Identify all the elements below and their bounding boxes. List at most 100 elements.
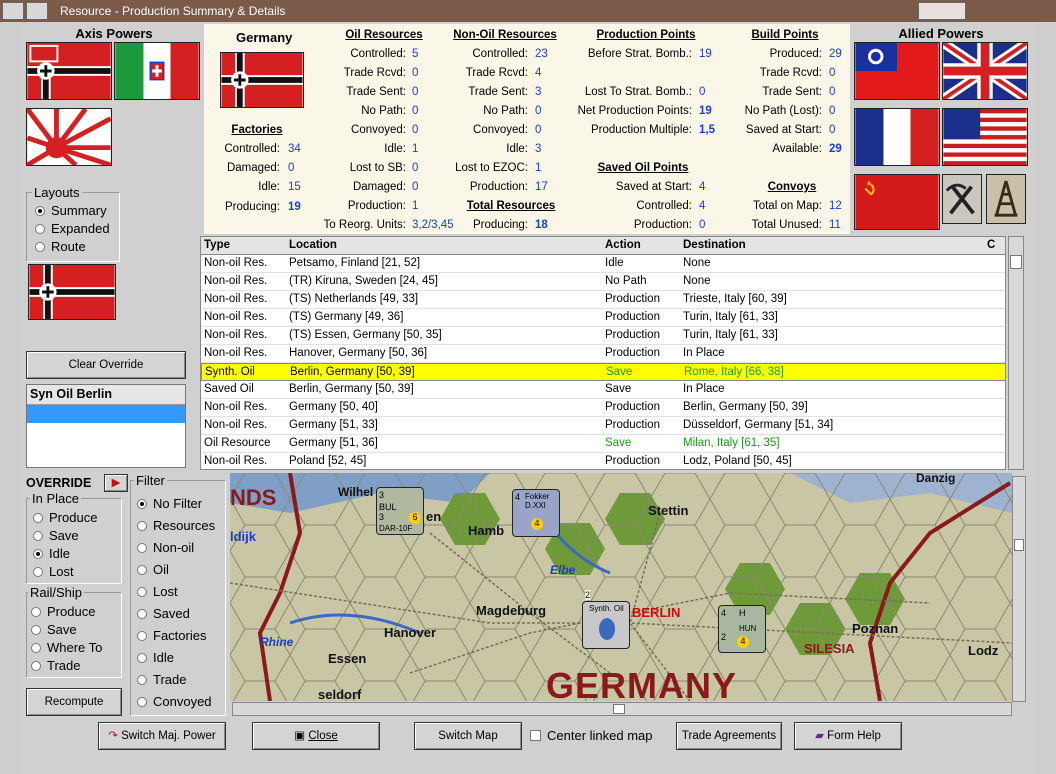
window-title-bar: Resource - Production Summary & Details [0,0,1056,22]
mining-tools-icon[interactable] [942,174,982,224]
flag-usa-icon[interactable] [942,108,1028,166]
oil-derrick-icon[interactable] [986,174,1026,224]
country-flag-icon [220,52,304,108]
synth-oil-berlin-counter[interactable]: 2 Synth. Oil [582,590,630,649]
total-resources-title: Total Resources [466,200,556,212]
form-help-button[interactable]: ▰ Form Help [794,722,902,750]
map-horizontal-scrollbar[interactable] [232,702,1012,716]
oil-resources-title: Oil Resources [345,29,423,41]
filter-idle-radio[interactable]: Idle [137,650,174,665]
layout-route-radio[interactable]: Route [35,239,86,254]
flag-ussr-icon[interactable] [854,174,940,230]
flag-uk-icon[interactable] [942,42,1028,100]
clear-override-button[interactable]: Clear Override [26,351,186,379]
filter-trade-radio[interactable]: Trade [137,672,186,687]
column-header-destination[interactable]: Destination [683,239,746,251]
stat-label: Idle: [506,143,528,155]
selected-unit-header: Syn Oil Berlin [27,385,185,405]
map-vscroll-thumb[interactable] [1014,539,1024,551]
filter-saved-radio[interactable]: Saved [137,606,190,621]
column-header-location[interactable]: Location [289,239,337,251]
in-place-save-radio[interactable]: Save [33,528,79,543]
map-hscroll-thumb[interactable] [613,704,625,714]
in-place-produce-radio[interactable]: Produce [33,510,97,525]
flag-china-icon[interactable] [854,42,940,100]
stat-label: Produced: [769,48,822,60]
unit-counter-bulgarian-air[interactable]: 3 3 BUL 6 DAR-10F [376,487,424,535]
center-linked-map-checkbox[interactable]: Center linked map [530,728,653,743]
total-producing-value: 18 [535,219,548,231]
table-row[interactable]: Non-oil Res. (TS) Germany [49, 36] Product… [201,309,1005,327]
rail-where-to-radio[interactable]: Where To [31,640,102,655]
close-button[interactable]: ▣ Close [252,722,380,750]
recompute-button[interactable]: Recompute [26,688,122,716]
column-header-c[interactable]: C [987,239,995,251]
list-item-selected[interactable] [27,405,185,423]
table-row[interactable]: Saved Oil Berlin, Germany [50, 39] Save In … [201,381,1005,399]
rail-save-radio[interactable]: Save [31,622,77,637]
filter-resources-radio[interactable]: Resources [137,518,215,533]
stat-value: 0 [412,124,419,136]
stat-value: 0 [829,67,836,79]
unit-counter-fokker-air[interactable]: 4 Fokker D.XXI 4 [512,489,560,537]
hex-map[interactable]: NDS Wilhel ldijk en Hamb Stettin Elbe Ma… [230,473,1012,701]
resource-table: Type Location Action Destination C Non-o… [200,236,1006,470]
stat-label: Damaged: [226,162,280,174]
unit-counter-hungarian-air[interactable]: 4 H 2 4 HUN [718,605,766,653]
map-label-berlin: BERLIN [632,605,681,620]
map-label-ldijk: ldijk [230,529,257,544]
stat-label: Total on Map: [752,200,822,212]
convoys-title: Convoys [767,181,817,193]
filter-convoyed-radio[interactable]: Convoyed [137,694,212,709]
window-menu-icon[interactable] [2,2,24,20]
override-arrow-button[interactable]: ▶ [104,474,128,492]
table-row[interactable]: Non-oil Res. Germany [51, 33] Production Dü… [201,417,1005,435]
filter-non-oil-radio[interactable]: Non-oil [137,540,194,555]
table-row[interactable]: Non-oil Res. (TS) Essen, Germany [50, 35]… [201,327,1005,345]
stat-value: 0 [829,124,836,136]
help-book-icon: ▰ [815,730,828,742]
flag-germany-icon[interactable] [26,42,112,100]
flag-france-icon[interactable] [854,108,940,166]
table-row[interactable]: Non-oil Res. Petsamo, Finland [21, 52] Idl… [201,255,1005,273]
map-label-silesia: SILESIA [804,641,855,656]
stat-label: Convoyed: [473,124,528,136]
trade-agreements-button[interactable]: Trade Agreements [676,722,782,750]
switch-major-power-button[interactable]: ↷ Switch Maj. Power [98,722,226,750]
window-title: Resource - Production Summary & Details [60,4,286,18]
column-header-type[interactable]: Type [204,239,230,251]
column-header-action[interactable]: Action [605,239,641,251]
switch-map-button[interactable]: Switch Map [414,722,522,750]
flag-italy-icon[interactable] [114,42,200,100]
filter-oil-radio[interactable]: Oil [137,562,169,577]
table-row-selected[interactable]: Synth. Oil Berlin, Germany [50, 39] Save Ro… [201,363,1005,381]
stat-label: To Reorg. Units: [323,219,406,231]
stat-value: 0 [535,124,542,136]
table-row[interactable]: Non-oil Res. Hanover, Germany [50, 36] Pro… [201,345,1005,363]
table-row[interactable]: Non-oil Res. (TS) Netherlands [49, 33] Pro… [201,291,1005,309]
table-row[interactable]: Oil Resource Germany [51, 36] Save Milan, I… [201,435,1005,453]
window-minimize-icon[interactable] [26,2,48,20]
table-scroll-thumb[interactable] [1010,255,1022,269]
table-row[interactable]: Non-oil Res. (TR) Kiruna, Sweden [24, 45]… [201,273,1005,291]
filter-factories-radio[interactable]: Factories [137,628,206,643]
flag-japan-icon[interactable] [26,108,112,166]
rail-trade-radio[interactable]: Trade [31,658,80,673]
map-vertical-scrollbar[interactable] [1012,476,1026,702]
filter-lost-radio[interactable]: Lost [137,584,178,599]
stat-label: Trade Sent: [346,86,406,98]
map-label-hamb: Hamb [468,523,505,538]
layout-expanded-radio[interactable]: Expanded [35,221,110,236]
filter-no-filter-radio[interactable]: No Filter [137,496,202,511]
stat-value: 0 [699,86,706,98]
table-row[interactable]: Non-oil Res. Poland [52, 45] Production Lod… [201,453,1005,469]
table-row[interactable]: Non-oil Res. Germany [50, 40] Production Be… [201,399,1005,417]
stat-value: 0 [829,105,836,117]
stat-label: Available: [772,143,822,155]
map-label-rhine: Rhine [260,635,294,649]
table-scrollbar[interactable] [1008,236,1024,470]
layout-summary-radio[interactable]: Summary [35,203,107,218]
in-place-lost-radio[interactable]: Lost [33,564,74,579]
rail-produce-radio[interactable]: Produce [31,604,95,619]
in-place-idle-radio[interactable]: Idle [33,546,70,561]
